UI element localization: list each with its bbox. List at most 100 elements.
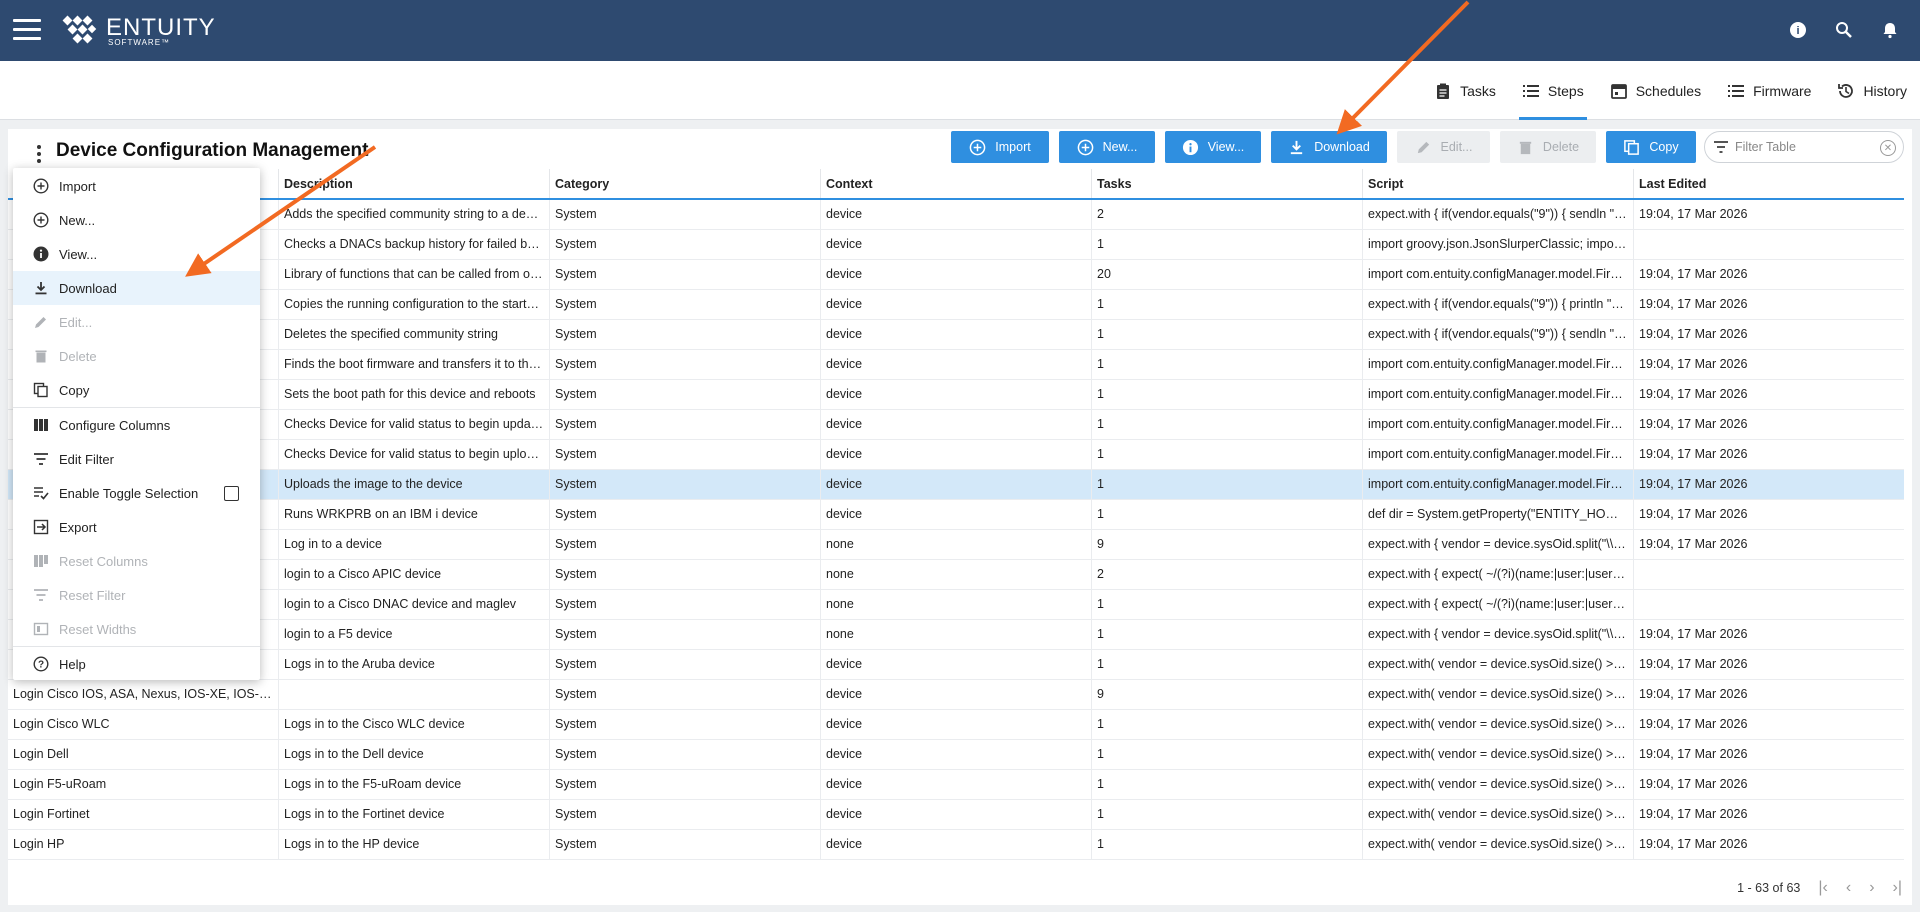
cell-context: device: [821, 740, 1092, 769]
history-icon: [1837, 82, 1855, 100]
context-menu: Import New... View... Download Edit... Delete…: [13, 168, 260, 680]
view-button[interactable]: View...: [1165, 131, 1261, 163]
next-page-icon[interactable]: ›: [1869, 879, 1874, 897]
cell-category: System: [550, 260, 821, 289]
tab-tasks[interactable]: Tasks: [1421, 61, 1509, 120]
filter-table-input[interactable]: Filter Table ✕: [1704, 131, 1904, 163]
menu-item-configure-columns[interactable]: Configure Columns: [13, 408, 260, 442]
table-row[interactable]: Checks Device for valid status to begin …: [8, 440, 1904, 470]
table-row[interactable]: Login HP Logs in to the HP device System de…: [8, 830, 1904, 860]
table-row[interactable]: login to a Cisco APIC device System none 2 e…: [8, 560, 1904, 590]
cell-category: System: [550, 740, 821, 769]
table-row[interactable]: Deletes the specified community string Sy…: [8, 320, 1904, 350]
cell-category: System: [550, 380, 821, 409]
table-row[interactable]: Login Dell Logs in to the Dell device Syst…: [8, 740, 1904, 770]
table-row[interactable]: Checks Device for valid status to begin …: [8, 410, 1904, 440]
import-button[interactable]: Import: [951, 131, 1049, 163]
info-circle-icon[interactable]: i: [1786, 18, 1810, 42]
tab-steps[interactable]: Steps: [1509, 61, 1597, 120]
menu-item-download[interactable]: Download: [13, 271, 260, 305]
first-page-icon[interactable]: |‹: [1818, 879, 1827, 897]
calendar-icon: [1610, 82, 1628, 100]
menu-item-label: View...: [59, 246, 98, 262]
table-row[interactable]: Adds the specified community string to a…: [8, 200, 1904, 230]
menu-item-edit-filter[interactable]: Edit Filter: [13, 442, 260, 476]
column-header-script[interactable]: Script: [1363, 169, 1634, 198]
cell-description: Logs in to the F5-uRoam device: [279, 770, 550, 799]
cell-context: device: [821, 380, 1092, 409]
copy-button[interactable]: Copy: [1606, 131, 1696, 163]
last-page-icon[interactable]: ›|: [1893, 879, 1902, 897]
column-header-description[interactable]: Description: [279, 169, 550, 198]
tab-firmware[interactable]: Firmware: [1714, 61, 1824, 120]
table-row[interactable]: Uploads the image to the device System dev…: [8, 470, 1904, 500]
cell-category: System: [550, 620, 821, 649]
cell-context: device: [821, 230, 1092, 259]
column-header-tasks[interactable]: Tasks: [1092, 169, 1363, 198]
cell-description: login to a Cisco APIC device: [279, 560, 550, 589]
table-row[interactable]: Login Fortinet Logs in to the Fortinet de…: [8, 800, 1904, 830]
menu-item-label: New...: [59, 212, 96, 228]
edit-button[interactable]: Edit...: [1397, 131, 1490, 163]
table-row[interactable]: Log in to a device System none 9 expect.with…: [8, 530, 1904, 560]
import-button-label: Import: [995, 140, 1031, 154]
menu-item-copy[interactable]: Copy: [13, 373, 260, 407]
column-header-last-edited[interactable]: Last Edited: [1634, 169, 1904, 198]
new-button[interactable]: New...: [1059, 131, 1155, 163]
cell-tasks: 1: [1092, 710, 1363, 739]
cell-script: import com.entuity.configManager.model.F…: [1363, 380, 1634, 409]
column-header-context[interactable]: Context: [821, 169, 1092, 198]
table-row[interactable]: Sets the boot path for this device and r…: [8, 380, 1904, 410]
cell-script: expect.with( vendor = device.sysOid.size…: [1363, 770, 1634, 799]
download-button-label: Download: [1314, 140, 1370, 154]
menu-item-export[interactable]: Export: [13, 510, 260, 544]
menu-item-delete[interactable]: Delete: [13, 339, 260, 373]
delete-button[interactable]: Delete: [1500, 131, 1596, 163]
cell-tasks: 2: [1092, 560, 1363, 589]
menu-item-import[interactable]: Import: [13, 169, 260, 203]
cell-tasks: 9: [1092, 530, 1363, 559]
view-button-label: View...: [1207, 140, 1245, 154]
menu-item-view[interactable]: View...: [13, 237, 260, 271]
clear-filter-icon[interactable]: ✕: [1880, 140, 1896, 156]
cell-script: expect.with { if(vendor.equals("9")) { s…: [1363, 320, 1634, 349]
menu-item-edit[interactable]: Edit...: [13, 305, 260, 339]
table-row[interactable]: Finds the boot firmware and transfers it…: [8, 350, 1904, 380]
menu-item-reset-widths[interactable]: Reset Widths: [13, 612, 260, 646]
cell-last-edited: 19:04, 17 Mar 2026: [1639, 417, 1748, 431]
cell-category: System: [550, 830, 821, 859]
tab-history[interactable]: History: [1824, 61, 1920, 120]
bell-icon[interactable]: [1878, 18, 1902, 42]
table-row[interactable]: login to a Cisco DNAC device and maglev S…: [8, 590, 1904, 620]
toggle-selection-checkbox[interactable]: [224, 486, 239, 501]
menu-item-reset-columns[interactable]: Reset Columns: [13, 544, 260, 578]
tab-schedules[interactable]: Schedules: [1597, 61, 1714, 120]
table-row[interactable]: login to a F5 device System none 1 expect.wi…: [8, 620, 1904, 650]
reset-columns-icon: [33, 553, 49, 569]
cell-category: System: [550, 470, 821, 499]
menu-item-enable-toggle-selection[interactable]: Enable Toggle Selection: [13, 476, 260, 510]
table-row[interactable]: Logs in to the Aruba device System device 1…: [8, 650, 1904, 680]
table-row[interactable]: Library of functions that can be called …: [8, 260, 1904, 290]
menu-item-reset-filter[interactable]: Reset Filter: [13, 578, 260, 612]
table-row[interactable]: Checks a DNACs backup history for failed…: [8, 230, 1904, 260]
menu-item-label: Reset Filter: [59, 587, 126, 603]
search-icon[interactable]: [1832, 18, 1856, 42]
menu-item-help[interactable]: ? Help: [13, 647, 260, 681]
table-row[interactable]: Login Cisco IOS, ASA, Nexus, IOS-XE, IOS…: [8, 680, 1904, 710]
toolbar: Import New... View... Download Edit... D…: [951, 131, 1696, 163]
hamburger-menu-icon[interactable]: [13, 19, 41, 41]
prev-page-icon[interactable]: ‹: [1846, 879, 1851, 897]
table-row[interactable]: Login Cisco WLC Logs in to the Cisco WLC …: [8, 710, 1904, 740]
more-options-icon[interactable]: [32, 143, 46, 165]
column-header-category[interactable]: Category: [550, 169, 821, 198]
cell-context: device: [821, 650, 1092, 679]
table-row[interactable]: Login F5-uRoam Logs in to the F5-uRoam de…: [8, 770, 1904, 800]
download-button[interactable]: Download: [1271, 131, 1387, 163]
clipboard-icon: [1434, 82, 1452, 100]
cell-category: System: [550, 350, 821, 379]
cell-description: Checks a DNACs backup history for failed…: [279, 230, 550, 259]
menu-item-new[interactable]: New...: [13, 203, 260, 237]
table-row[interactable]: Runs WRKPRB on an IBM i device System devi…: [8, 500, 1904, 530]
table-row[interactable]: Copies the running configuration to the …: [8, 290, 1904, 320]
